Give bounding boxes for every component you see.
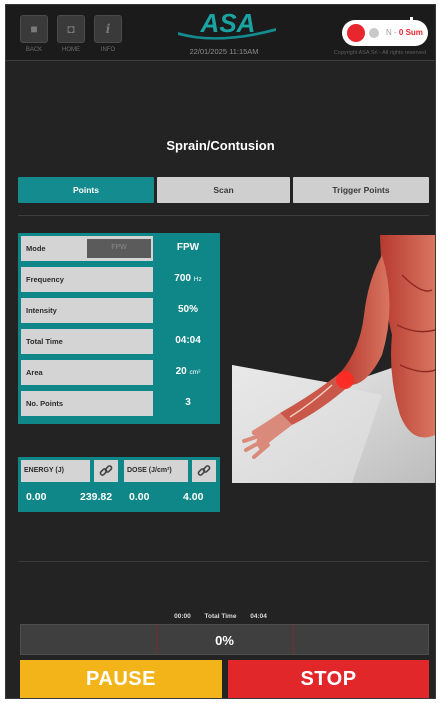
divider bbox=[18, 561, 429, 562]
area-unit: cm² bbox=[189, 369, 201, 376]
param-row-mode: Mode FPW FPW bbox=[21, 236, 217, 261]
dose-link-button[interactable] bbox=[192, 460, 216, 482]
asa-logo: ASA bbox=[178, 10, 276, 40]
anatomy-image[interactable] bbox=[232, 235, 435, 483]
energy-current: 0.00 bbox=[26, 491, 47, 503]
link-icon bbox=[197, 465, 211, 476]
top-bar: ■ BACK ◘ HOME i INFO ASA 22/01/2025 11:1… bbox=[6, 5, 435, 61]
square-icon: ■ bbox=[30, 22, 38, 36]
home-button[interactable]: ◘ bbox=[57, 15, 85, 43]
frequency-value: 700 Hz bbox=[159, 267, 217, 292]
dose-current: 0.00 bbox=[129, 491, 150, 503]
info-icon: i bbox=[105, 22, 111, 36]
energy-link-button[interactable] bbox=[94, 460, 118, 482]
tab-points[interactable]: Points bbox=[18, 177, 154, 203]
frequency-label: Frequency bbox=[21, 267, 153, 292]
status-highlight: 0 Sum bbox=[398, 28, 423, 37]
logo-text: ASA bbox=[200, 10, 256, 38]
status-toggle[interactable]: Ν - 0 Sum bbox=[342, 17, 428, 46]
stop-button[interactable]: STOP bbox=[228, 660, 429, 698]
param-row-no-points[interactable]: No. Points 3 bbox=[21, 391, 217, 416]
no-points-value: 3 bbox=[185, 397, 191, 408]
status-grey-dot-icon bbox=[369, 28, 379, 38]
param-row-area[interactable]: Area 20 cm² bbox=[21, 360, 217, 385]
tab-scan[interactable]: Scan bbox=[157, 177, 290, 203]
intensity-label: Intensity bbox=[21, 298, 153, 323]
info-caption: INFO bbox=[100, 47, 116, 53]
param-row-intensity[interactable]: Intensity 50% bbox=[21, 298, 217, 323]
intensity-value: 50% bbox=[177, 304, 198, 315]
no-points-label: No. Points bbox=[21, 391, 153, 416]
total-time-value: 04:04 bbox=[175, 335, 201, 346]
divider bbox=[18, 215, 429, 216]
status-text: Ν - 0 Sum bbox=[386, 28, 423, 37]
dose-panel: DOSE (J/cm²) 0.00 4.00 bbox=[121, 457, 220, 512]
dose-label: DOSE (J/cm²) bbox=[124, 460, 188, 482]
mode-value: FPW bbox=[176, 242, 200, 253]
total-time-caption: Total Time bbox=[204, 613, 237, 620]
status-red-dot-icon bbox=[347, 24, 365, 42]
datetime: 22/01/2025 11:15AM bbox=[189, 47, 259, 56]
frequency-number: 700 bbox=[174, 273, 191, 284]
area-number: 20 bbox=[175, 366, 187, 377]
energy-panel: ENERGY (J) 0.00 239.82 bbox=[18, 457, 123, 512]
param-row-total-time[interactable]: Total Time 04:04 bbox=[21, 329, 217, 354]
back-button[interactable]: ■ bbox=[20, 15, 48, 43]
progress-percent: 0% bbox=[215, 633, 234, 648]
home-icon: ◘ bbox=[67, 22, 75, 36]
frequency-unit: Hz bbox=[193, 276, 202, 283]
info-button[interactable]: i bbox=[94, 15, 122, 43]
mode-selector[interactable]: FPW bbox=[87, 239, 151, 258]
page-title: Sprain/Contusion bbox=[166, 138, 275, 153]
param-row-frequency[interactable]: Frequency 700 Hz bbox=[21, 267, 217, 292]
home-caption: HOME bbox=[62, 47, 80, 53]
treatment-progress-bar: 0% bbox=[20, 624, 429, 655]
status-marker bbox=[410, 17, 413, 25]
area-value: 20 cm² bbox=[159, 360, 217, 385]
link-icon bbox=[99, 465, 113, 476]
total-time: 04:04 bbox=[250, 613, 267, 620]
treatment-tabs: Points Scan Trigger Points bbox=[18, 177, 429, 203]
parameters-panel: Mode FPW FPW Frequency 700 Hz Intensity … bbox=[18, 233, 220, 424]
pause-button[interactable]: PAUSE bbox=[20, 660, 222, 698]
tab-trigger-points[interactable]: Trigger Points bbox=[293, 177, 429, 203]
total-time-label: Total Time bbox=[21, 329, 153, 354]
status-label: Ν - bbox=[386, 28, 399, 37]
arm-muscle-illustration bbox=[232, 235, 435, 483]
area-label: Area bbox=[21, 360, 153, 385]
energy-label: ENERGY (J) bbox=[21, 460, 90, 482]
dose-total: 4.00 bbox=[183, 491, 204, 503]
app-window: ■ BACK ◘ HOME i INFO ASA 22/01/2025 11:1… bbox=[5, 4, 436, 699]
copyright: Copyright ASA Srl - All rights reserved bbox=[333, 50, 427, 56]
back-caption: BACK bbox=[25, 47, 43, 53]
elapsed-time: 00:00 bbox=[174, 613, 191, 620]
time-row: 00:00 Total Time 04:04 bbox=[6, 613, 435, 620]
energy-total: 239.82 bbox=[80, 491, 113, 503]
